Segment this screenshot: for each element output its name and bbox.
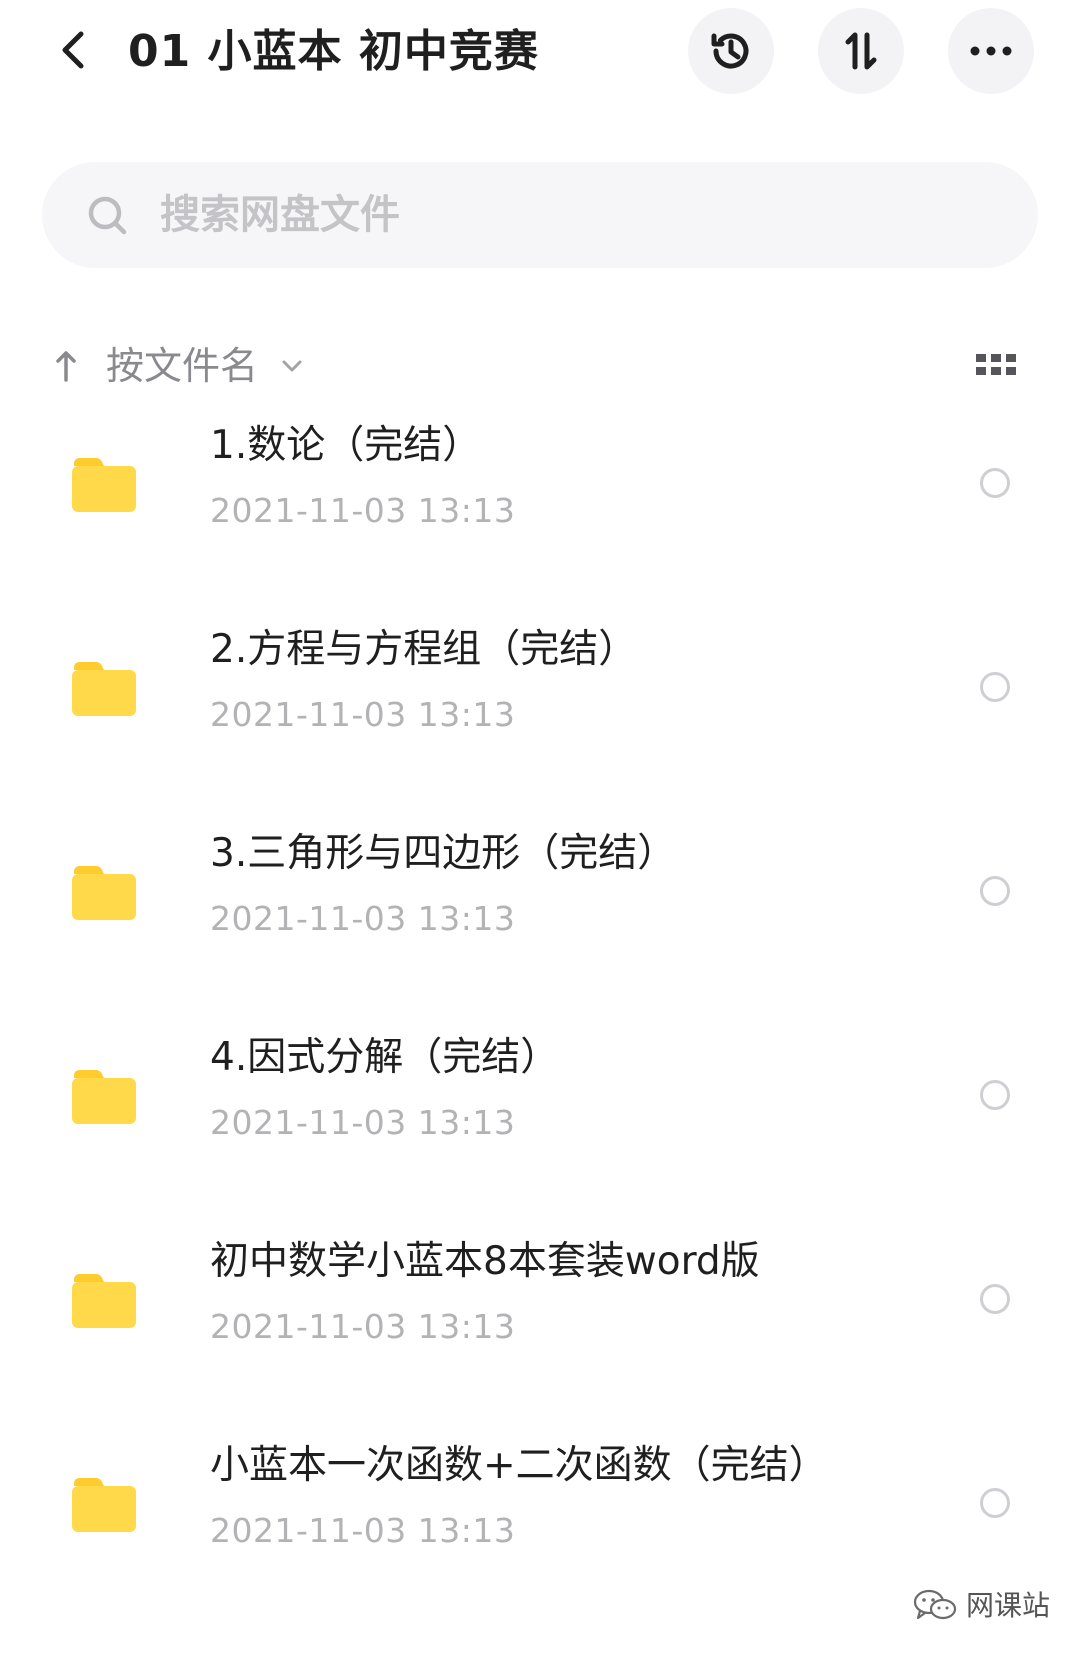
chevron-left-icon xyxy=(62,31,84,69)
chevron-down-icon xyxy=(280,354,304,378)
file-name: 小蓝本一次函数+二次函数（完结） xyxy=(210,1443,828,1488)
list-item[interactable]: 初中数学小蓝本8本套装word版 2021-11-03 13:13 xyxy=(0,1216,1080,1420)
folder-icon xyxy=(72,662,136,716)
top-bar: 01 小蓝本 初中竞赛 xyxy=(0,0,1080,110)
sort-arrows-icon xyxy=(845,32,877,70)
select-checkbox[interactable] xyxy=(980,672,1010,702)
folder-icon xyxy=(72,1070,136,1124)
arrow-up-icon xyxy=(46,346,86,386)
file-name: 初中数学小蓝本8本套装word版 xyxy=(210,1239,760,1284)
more-button[interactable] xyxy=(948,8,1034,94)
sort-button[interactable] xyxy=(818,8,904,94)
sort-label: 按文件名 xyxy=(106,344,259,388)
file-date: 2021-11-03 13:13 xyxy=(210,1103,516,1142)
history-button[interactable] xyxy=(688,8,774,94)
list-item[interactable]: 4.因式分解（完结） 2021-11-03 13:13 xyxy=(0,1012,1080,1216)
folder-icon xyxy=(72,1478,136,1532)
file-date: 2021-11-03 13:13 xyxy=(210,899,516,938)
sort-selector[interactable]: 按文件名 xyxy=(46,336,304,396)
search-input[interactable]: 搜索网盘文件 xyxy=(42,162,1038,268)
select-checkbox[interactable] xyxy=(980,876,1010,906)
file-date: 2021-11-03 13:13 xyxy=(210,1307,516,1346)
page-title: 01 小蓝本 初中竞赛 xyxy=(128,26,539,77)
file-name: 3.三角形与四边形（完结） xyxy=(210,831,677,876)
back-button[interactable] xyxy=(50,28,94,72)
file-name: 1.数论（完结） xyxy=(210,423,482,468)
select-checkbox[interactable] xyxy=(980,1080,1010,1110)
select-checkbox[interactable] xyxy=(980,1284,1010,1314)
folder-icon xyxy=(72,458,136,512)
list-item[interactable]: 3.三角形与四边形（完结） 2021-11-03 13:13 xyxy=(0,808,1080,1012)
file-name: 2.方程与方程组（完结） xyxy=(210,627,638,672)
file-name: 4.因式分解（完结） xyxy=(210,1035,560,1080)
grid-view-icon[interactable] xyxy=(974,346,1018,386)
search-placeholder: 搜索网盘文件 xyxy=(160,192,400,238)
list-item[interactable]: 2.方程与方程组（完结） 2021-11-03 13:13 xyxy=(0,604,1080,808)
select-checkbox[interactable] xyxy=(980,1488,1010,1518)
file-date: 2021-11-03 13:13 xyxy=(210,491,516,530)
folder-icon xyxy=(72,866,136,920)
select-checkbox[interactable] xyxy=(980,468,1010,498)
file-date: 2021-11-03 13:13 xyxy=(210,695,516,734)
watermark-text: 网课站 xyxy=(966,1589,1051,1622)
history-icon xyxy=(711,33,749,69)
watermark: 网课站 xyxy=(912,1584,1050,1628)
search-icon xyxy=(88,196,127,235)
more-dots-icon xyxy=(970,46,1012,56)
file-date: 2021-11-03 13:13 xyxy=(210,1511,516,1550)
folder-icon xyxy=(72,1274,136,1328)
list-item[interactable]: 1.数论（完结） 2021-11-03 13:13 xyxy=(0,400,1080,604)
wechat-icon xyxy=(913,1589,957,1620)
